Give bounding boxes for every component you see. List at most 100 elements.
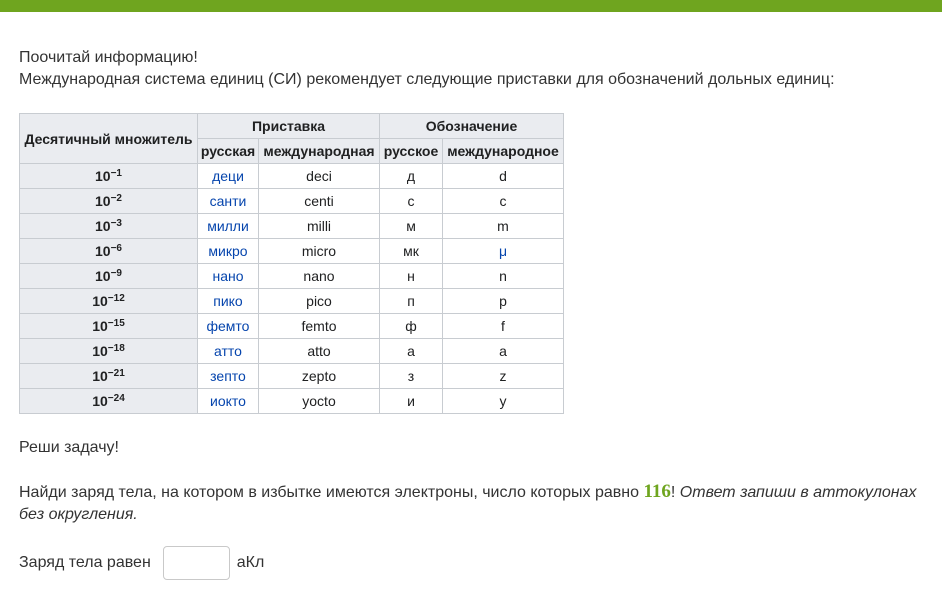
cell-prefix-int: pico (258, 288, 380, 314)
cell-multiplier: 10−21 (19, 363, 198, 389)
multiplier-base: 10 (92, 343, 108, 359)
cell-symbol-ru: с (379, 188, 443, 214)
answer-unit: аКл (236, 554, 265, 571)
multiplier-base: 10 (92, 368, 108, 384)
table-row: 10−9 нано nano н n (19, 263, 564, 289)
table-row: 10−3 милли milli м m (19, 213, 564, 239)
cell-prefix-ru[interactable]: фемто (197, 313, 259, 339)
cell-symbol-int: c (442, 188, 564, 214)
cell-symbol-ru: м (379, 213, 443, 239)
table-row: 10−15 фемто femto ф f (19, 313, 564, 339)
multiplier-exponent: −21 (107, 368, 125, 379)
cell-symbol-int: f (442, 313, 564, 339)
cell-prefix-ru[interactable]: нано (197, 263, 259, 289)
prefix-table: Десятичный множитель Приставка Обозначен… (19, 113, 564, 414)
cell-prefix-ru[interactable]: иокто (197, 388, 259, 414)
cell-prefix-int: femto (258, 313, 380, 339)
cell-prefix-ru[interactable]: зепто (197, 363, 259, 389)
intro-line-1: Поочитай информацию! (19, 49, 198, 66)
intro-line-2: Международная система единиц (СИ) рекоме… (19, 71, 835, 88)
cell-prefix-int: micro (258, 238, 380, 264)
cell-symbol-int: y (442, 388, 564, 414)
cell-prefix-ru[interactable]: милли (197, 213, 259, 239)
cell-symbol-int: d (442, 163, 564, 189)
multiplier-base: 10 (92, 393, 108, 409)
cell-prefix-ru[interactable]: деци (197, 163, 259, 189)
multiplier-base: 10 (95, 243, 111, 259)
cell-symbol-int: n (442, 263, 564, 289)
electron-count: 116 (643, 481, 671, 502)
cell-multiplier: 10−6 (19, 238, 198, 264)
multiplier-exponent: −6 (110, 243, 122, 254)
header-prefix-int: международная (258, 138, 380, 164)
cell-prefix-ru[interactable]: санти (197, 188, 259, 214)
header-symbol: Обозначение (379, 113, 564, 139)
cell-symbol-ru: п (379, 288, 443, 314)
table-row: 10−1 деци deci д d (19, 163, 564, 189)
header-symbol-ru: русское (379, 138, 443, 164)
cell-multiplier: 10−1 (19, 163, 198, 189)
multiplier-exponent: −9 (110, 268, 122, 279)
cell-symbol-ru: з (379, 363, 443, 389)
cell-multiplier: 10−24 (19, 388, 198, 414)
prefix-table-container: Десятичный множитель Приставка Обозначен… (19, 113, 564, 414)
cell-prefix-ru[interactable]: микро (197, 238, 259, 264)
table-row: 10−21 зепто zepto з z (19, 363, 564, 389)
table-row: 10−24 иокто yocto и y (19, 388, 564, 414)
top-accent-bar (0, 0, 942, 12)
multiplier-exponent: −18 (107, 343, 125, 354)
cell-symbol-ru: а (379, 338, 443, 364)
cell-symbol-int: m (442, 213, 564, 239)
cell-multiplier: 10−18 (19, 338, 198, 364)
cell-symbol-int: a (442, 338, 564, 364)
table-row: 10−18 атто atto а a (19, 338, 564, 364)
header-symbol-int: международное (442, 138, 564, 164)
cell-prefix-int: centi (258, 188, 380, 214)
multiplier-base: 10 (92, 293, 108, 309)
table-row: 10−12 пико pico п p (19, 288, 564, 314)
cell-symbol-ru: д (379, 163, 443, 189)
cell-prefix-ru[interactable]: атто (197, 338, 259, 364)
task-text-before: Найди заряд тела, на котором в избытке и… (19, 484, 644, 501)
header-multiplier: Десятичный множитель (19, 113, 198, 164)
answer-label: Заряд тела равен (19, 554, 151, 571)
cell-symbol-ru: ф (379, 313, 443, 339)
multiplier-exponent: −15 (107, 318, 125, 329)
cell-multiplier: 10−2 (19, 188, 198, 214)
cell-prefix-int: deci (258, 163, 380, 189)
task-block: Реши задачу! Найди заряд тела, на которо… (19, 437, 919, 526)
multiplier-base: 10 (95, 193, 111, 209)
multiplier-base: 10 (95, 218, 111, 234)
multiplier-exponent: −2 (110, 193, 122, 204)
multiplier-base: 10 (95, 268, 111, 284)
cell-symbol-ru: мк (379, 238, 443, 264)
table-edge-divider (563, 113, 564, 411)
prefix-table-body: 10−1 деци deci д d 10−2 санти centi с c 10−3 милли m… (19, 163, 564, 414)
cell-symbol-int: p (442, 288, 564, 314)
multiplier-base: 10 (95, 168, 111, 184)
cell-prefix-int: nano (258, 263, 380, 289)
cell-symbol-int[interactable]: μ (442, 238, 564, 264)
answer-input[interactable] (162, 546, 230, 580)
cell-multiplier: 10−9 (19, 263, 198, 289)
multiplier-base: 10 (92, 318, 108, 334)
cell-symbol-int: z (442, 363, 564, 389)
cell-symbol-ru: и (379, 388, 443, 414)
cell-prefix-int: milli (258, 213, 380, 239)
multiplier-exponent: −1 (110, 168, 122, 179)
multiplier-exponent: −24 (107, 393, 125, 404)
cell-multiplier: 10−15 (19, 313, 198, 339)
answer-row: Заряд тела равен аКл (19, 546, 264, 580)
table-row: 10−6 микро micro мк μ (19, 238, 564, 264)
cell-multiplier: 10−12 (19, 288, 198, 314)
header-prefix: Приставка (197, 113, 380, 139)
task-text-after: ! (670, 484, 680, 501)
multiplier-exponent: −12 (107, 293, 125, 304)
cell-symbol-ru: н (379, 263, 443, 289)
cell-prefix-int: zepto (258, 363, 380, 389)
task-text: Найди заряд тела, на котором в избытке и… (19, 481, 919, 526)
cell-prefix-ru[interactable]: пико (197, 288, 259, 314)
header-prefix-ru: русская (197, 138, 259, 164)
cell-prefix-int: atto (258, 338, 380, 364)
cell-prefix-int: yocto (258, 388, 380, 414)
